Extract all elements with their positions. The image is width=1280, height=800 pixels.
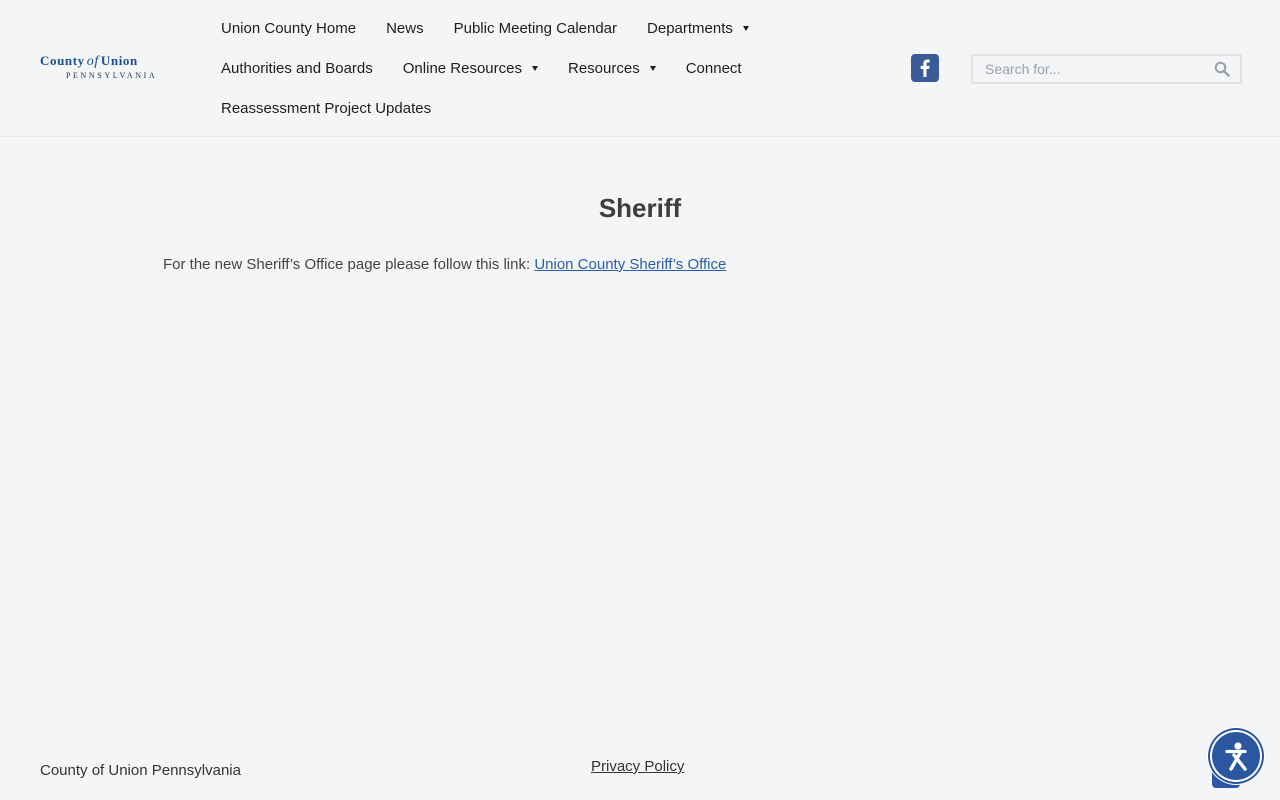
nav-row-2: Authorities and Boards Online Resources … [221, 48, 821, 88]
nav-label: News [386, 19, 424, 37]
page-content: For the new Sheriff’s Office page please… [163, 256, 726, 273]
logo-subtitle: PENNSYLVANIA [66, 71, 158, 80]
search-input[interactable] [973, 56, 1215, 82]
accessibility-icon [1225, 742, 1247, 771]
nav-label: Union County Home [221, 19, 357, 37]
nav-row-3: Reassessment Project Updates [221, 88, 821, 128]
nav-authorities-and-boards[interactable]: Authorities and Boards [221, 60, 373, 77]
footer-copyright: County of Union Pennsylvania [40, 762, 241, 779]
nav-departments[interactable]: Departments [647, 20, 749, 37]
page: County of Union PENNSYLVANIA Union County … [0, 0, 1280, 800]
caret-down-icon [649, 65, 656, 71]
logo-word-union: Union [100, 53, 138, 68]
sheriff-office-link[interactable]: Union County Sheriff’s Office [534, 256, 726, 273]
nav-label: Authorities and Boards [221, 59, 373, 77]
nav-resources[interactable]: Resources [568, 60, 656, 77]
primary-navigation: Union County Home News Public Meeting Ca… [221, 8, 821, 128]
logo-word-of: of [86, 54, 99, 69]
nav-online-resources[interactable]: Online Resources [403, 60, 538, 77]
nav-label: Connect [685, 59, 742, 77]
site-header: County of Union PENNSYLVANIA Union County … [0, 0, 1280, 137]
logo-wordmark: County of Union [40, 53, 180, 70]
nav-label: Public Meeting Calendar [453, 19, 618, 37]
nav-label: Resources [568, 59, 640, 77]
nav-connect[interactable]: Connect [686, 60, 742, 77]
accessibility-widget-button[interactable] [1207, 727, 1265, 785]
body-text: For the new Sheriff’s Office page please… [163, 256, 535, 273]
caret-down-icon [742, 25, 749, 31]
search-icon[interactable] [1214, 61, 1230, 77]
page-title: Sheriff [598, 193, 682, 223]
nav-reassessment-project-updates[interactable]: Reassessment Project Updates [221, 100, 431, 117]
nav-news[interactable]: News [386, 20, 424, 37]
nav-union-county-home[interactable]: Union County Home [221, 20, 356, 37]
nav-row-1: Union County Home News Public Meeting Ca… [221, 8, 821, 48]
nav-public-meeting-calendar[interactable]: Public Meeting Calendar [454, 20, 617, 37]
search-box [971, 54, 1242, 84]
logo-word-county: County [40, 53, 85, 68]
facebook-icon [920, 59, 930, 77]
nav-label: Online Resources [402, 59, 522, 77]
caret-down-icon [532, 65, 538, 71]
nav-label: Reassessment Project Updates [221, 99, 432, 117]
facebook-link[interactable] [911, 54, 939, 82]
accessibility-icon-circle [1210, 730, 1262, 782]
privacy-policy-link[interactable]: Privacy Policy [591, 758, 684, 775]
site-logo[interactable]: County of Union PENNSYLVANIA [40, 53, 180, 85]
nav-label: Departments [647, 19, 733, 37]
